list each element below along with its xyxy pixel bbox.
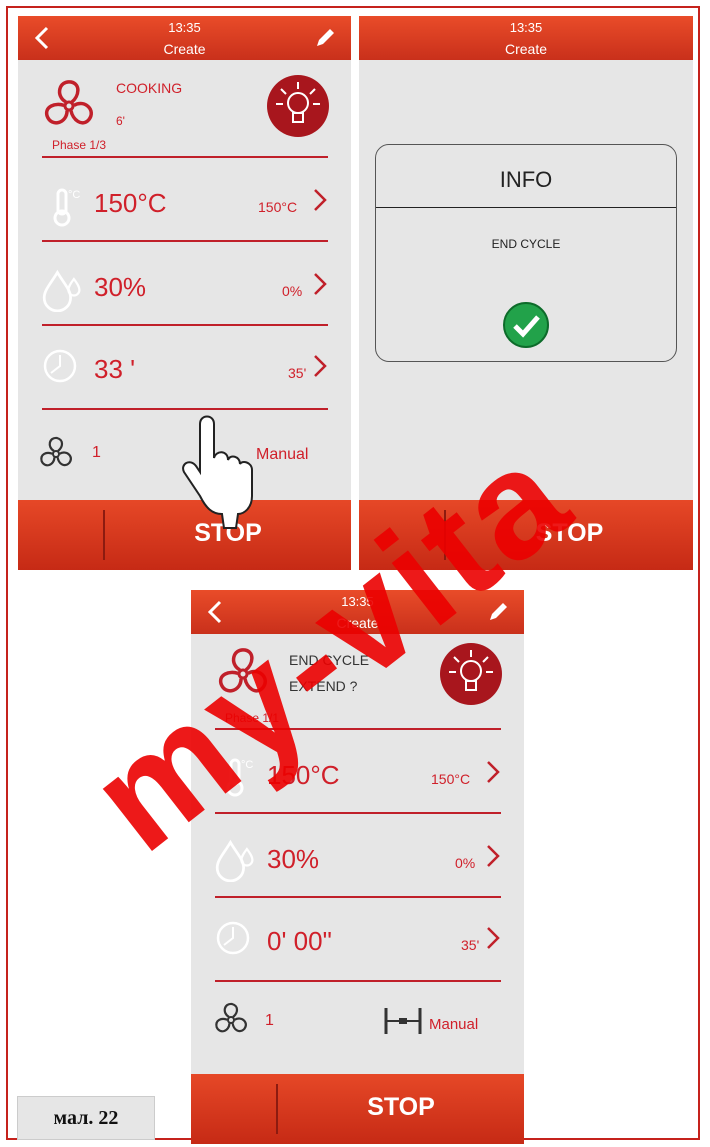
time-value: 33 ': [94, 354, 136, 384]
header: 13:35 Create: [191, 590, 524, 634]
screen-info: 13:35 Create INFO END CYCLE STOP: [359, 16, 693, 570]
time-setpoint[interactable]: 35': [461, 937, 479, 953]
status-subtext: 6': [116, 114, 125, 128]
status-subtext[interactable]: EXTEND ?: [289, 678, 357, 694]
divider: [42, 240, 328, 242]
humidity-setpoint[interactable]: 0%: [282, 283, 302, 299]
clock-time: 13:35: [509, 20, 543, 35]
fan-speed-value[interactable]: 1: [265, 1012, 274, 1030]
chevron-right-icon[interactable]: [485, 760, 501, 784]
fan-icon: [215, 648, 271, 697]
hand-pointer-icon: [182, 415, 253, 529]
fan-icon: [41, 80, 97, 129]
fan-speed-icon: [38, 436, 74, 469]
dialog-message: END CYCLE: [491, 237, 561, 251]
chevron-right-icon[interactable]: [485, 926, 501, 950]
chevron-right-icon[interactable]: [312, 354, 328, 378]
clock-icon: [43, 349, 77, 383]
divider: [42, 324, 328, 326]
header: 13:35 Create: [18, 16, 351, 60]
edit-icon[interactable]: [486, 600, 510, 624]
clock-time: 13:35: [168, 20, 201, 35]
temperature-value: 150°C: [267, 760, 340, 790]
temperature-setpoint[interactable]: 150°C: [258, 199, 297, 215]
time-setpoint[interactable]: 35': [288, 365, 306, 381]
light-icon[interactable]: [439, 642, 503, 706]
fan-speed-icon: [213, 1002, 249, 1035]
chevron-right-icon[interactable]: [312, 188, 328, 212]
figure-caption: мал. 22: [17, 1096, 155, 1140]
thermometer-icon: [226, 757, 255, 797]
chevron-right-icon[interactable]: [312, 272, 328, 296]
dialog-title: INFO: [499, 167, 553, 192]
temperature-value: 150°C: [94, 188, 167, 218]
humidity-setpoint[interactable]: 0%: [455, 855, 475, 871]
screen-end-cycle: 13:35 Create END CYCLE EXTEND ? Phase 1/…: [191, 590, 524, 1144]
stop-button[interactable]: STOP: [446, 519, 693, 548]
divider: [215, 980, 501, 982]
humidity-value: 30%: [94, 272, 147, 302]
light-icon[interactable]: [266, 74, 330, 138]
screen-cooking: 13:35 Create COOKING 6' Phase 1/3 150°C …: [18, 16, 351, 570]
dialog-divider: [376, 207, 676, 208]
divider: [215, 896, 501, 898]
manual-mode-icon: [384, 1008, 422, 1034]
mode-label[interactable]: Manual: [256, 446, 308, 464]
phase-label: Phase 1/3: [52, 138, 107, 152]
stop-button[interactable]: STOP: [278, 1093, 524, 1122]
screen-title: Create: [163, 41, 206, 57]
humidity-icon: [42, 271, 81, 312]
info-dialog: INFO END CYCLE: [375, 144, 677, 362]
humidity-icon: [215, 841, 254, 882]
chevron-right-icon[interactable]: [485, 844, 501, 868]
status-text: COOKING: [116, 80, 183, 96]
header: 13:35 Create: [359, 16, 693, 60]
status-text[interactable]: END CYCLE: [289, 652, 369, 668]
edit-icon[interactable]: [313, 26, 337, 50]
fan-speed-value[interactable]: 1: [92, 444, 101, 462]
footer-bar: STOP: [191, 1074, 524, 1144]
checkmark-icon[interactable]: [502, 301, 550, 349]
time-value: 0' 00": [267, 926, 332, 956]
screen-title: Create: [504, 41, 548, 57]
humidity-value: 30%: [267, 844, 320, 874]
temperature-setpoint[interactable]: 150°C: [431, 771, 470, 787]
clock-time: 13:35: [341, 594, 374, 609]
mode-label[interactable]: Manual: [429, 1016, 478, 1033]
divider: [42, 156, 328, 158]
divider: [215, 728, 501, 730]
phase-label: Phase 1/1: [225, 711, 280, 725]
divider: [215, 812, 501, 814]
thermometer-icon: [53, 187, 82, 227]
screen-title: Create: [336, 615, 379, 631]
clock-icon: [216, 921, 250, 955]
footer-bar: STOP: [359, 500, 693, 570]
